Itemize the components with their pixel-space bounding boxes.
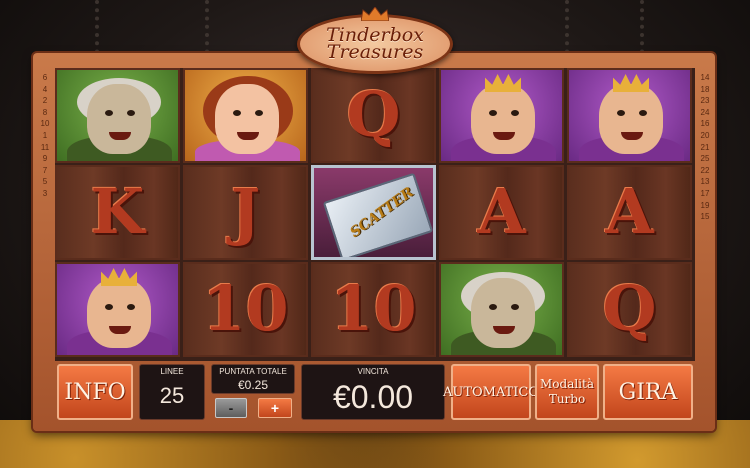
game-logo: Tinderbox Treasures — [297, 7, 453, 74]
character-symbol-king — [55, 262, 180, 357]
win-label: VINCITA — [357, 367, 389, 376]
payline-numbers-right: 14 18 23 24 16 20 21 25 22 13 17 19 15 — [697, 72, 713, 362]
control-panel: INFO LINEE 25 PUNTATA TOTALE €0.25 - + V… — [55, 362, 695, 424]
card-symbol-label: Q — [602, 272, 657, 345]
eye-shape — [639, 110, 647, 116]
payline-number[interactable]: 19 — [697, 200, 713, 212]
card-symbol-label: J — [230, 175, 261, 248]
lines-display: LINEE 25 — [139, 364, 205, 420]
card-symbol-10: 10 — [311, 262, 436, 357]
face-shape — [215, 84, 279, 154]
eye-shape — [511, 110, 519, 116]
character-symbol-witch — [439, 262, 564, 357]
crown-icon — [361, 7, 389, 21]
payline-number[interactable]: 10 — [37, 118, 53, 130]
lines-label: LINEE — [160, 367, 184, 376]
payline-number[interactable]: 24 — [697, 107, 713, 119]
autoplay-button[interactable]: AUTOMATICO — [443, 364, 539, 420]
total-bet-value: €0.25 — [237, 378, 269, 392]
card-symbol-label: 10 — [330, 272, 417, 345]
game-stage: Tinderbox Treasures 6 4 2 8 10 1 11 9 7 5 3 14 18 23… — [0, 0, 750, 468]
eye-shape — [511, 304, 519, 310]
bet-decrease-button[interactable]: - — [215, 398, 247, 418]
face-shape — [87, 84, 151, 154]
eye-shape — [127, 304, 135, 310]
card-symbol-q: Q — [311, 68, 436, 163]
payline-number[interactable]: 25 — [697, 153, 713, 165]
character-symbol-princess — [183, 68, 308, 163]
eye-shape — [105, 110, 113, 116]
reels-area: K J 10 Q SCATTER 10 A A Q — [55, 68, 695, 361]
character-symbol-king — [567, 68, 692, 163]
payline-number[interactable]: 13 — [697, 176, 713, 188]
payline-number[interactable]: 23 — [697, 95, 713, 107]
spin-button[interactable]: GIRA — [603, 364, 693, 420]
card-symbol-label: A — [605, 175, 654, 248]
payline-number[interactable]: 3 — [37, 188, 53, 200]
bet-increase-button[interactable]: + — [258, 398, 292, 418]
card-symbol-10: 10 — [183, 262, 308, 357]
win-value: €0.00 — [332, 379, 414, 415]
lines-value: 25 — [159, 383, 185, 408]
total-bet-label: PUNTATA TOTALE — [219, 367, 287, 376]
card-symbol-k: K — [55, 165, 180, 260]
card-symbol-q: Q — [567, 262, 692, 357]
payline-number[interactable]: 18 — [697, 84, 713, 96]
payline-number[interactable]: 6 — [37, 72, 53, 84]
payline-numbers-left: 6 4 2 8 10 1 11 9 7 5 3 — [37, 72, 53, 362]
card-symbol-label: 10 — [202, 272, 289, 345]
eye-shape — [127, 110, 135, 116]
payline-number[interactable]: 22 — [697, 165, 713, 177]
eye-shape — [489, 304, 497, 310]
payline-number[interactable]: 1 — [37, 130, 53, 142]
card-symbol-label: K — [90, 175, 145, 248]
card-symbol-j: J — [183, 165, 308, 260]
logo-line-2: Treasures — [326, 41, 424, 63]
payline-number[interactable]: 16 — [697, 118, 713, 130]
card-symbol-a: A — [439, 165, 564, 260]
character-symbol-witch — [55, 68, 180, 163]
turbo-label-1: Modalità — [540, 377, 594, 391]
payline-number[interactable]: 21 — [697, 142, 713, 154]
turbo-mode-button[interactable]: Modalità Turbo — [535, 364, 599, 420]
face-shape — [471, 278, 535, 348]
payline-number[interactable]: 20 — [697, 130, 713, 142]
tinderbox-icon: SCATTER — [322, 172, 433, 257]
info-button[interactable]: INFO — [57, 364, 133, 420]
face-shape — [599, 84, 663, 154]
win-display: VINCITA €0.00 — [301, 364, 445, 420]
face-shape — [471, 84, 535, 154]
card-symbol-label: A — [477, 175, 526, 248]
payline-number[interactable]: 17 — [697, 188, 713, 200]
card-symbol-a: A — [567, 165, 692, 260]
scatter-symbol: SCATTER — [311, 165, 436, 260]
eye-shape — [233, 110, 241, 116]
eye-shape — [255, 110, 263, 116]
payline-number[interactable]: 7 — [37, 165, 53, 177]
card-symbol-label: Q — [346, 78, 401, 151]
eye-shape — [617, 110, 625, 116]
character-symbol-king — [439, 68, 564, 163]
crown-icon — [613, 74, 649, 92]
turbo-label-2: Turbo — [548, 392, 586, 406]
face-shape — [87, 278, 151, 348]
crown-icon — [101, 268, 137, 286]
payline-number[interactable]: 14 — [697, 72, 713, 84]
eye-shape — [489, 110, 497, 116]
payline-number[interactable]: 2 — [37, 95, 53, 107]
total-bet-display: PUNTATA TOTALE €0.25 — [211, 364, 295, 394]
scatter-label: SCATTER — [347, 184, 417, 241]
payline-number[interactable]: 4 — [37, 84, 53, 96]
payline-number[interactable]: 15 — [697, 211, 713, 223]
payline-number[interactable]: 9 — [37, 153, 53, 165]
payline-number[interactable]: 5 — [37, 176, 53, 188]
crown-icon — [485, 74, 521, 92]
payline-number[interactable]: 8 — [37, 107, 53, 119]
eye-shape — [105, 304, 113, 310]
payline-number[interactable]: 11 — [37, 142, 53, 154]
